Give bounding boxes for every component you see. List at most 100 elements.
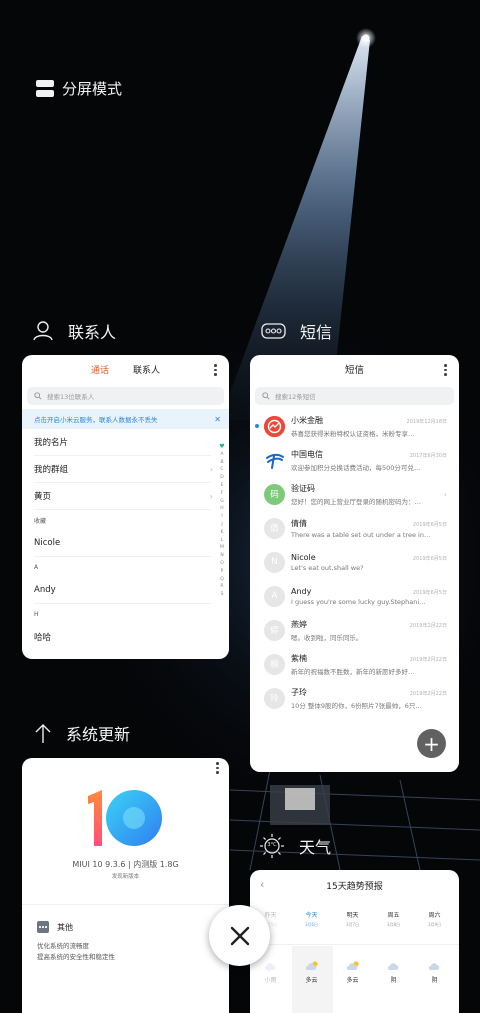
- alphabet-letter[interactable]: J: [221, 521, 222, 529]
- message-thread[interactable]: 小米金融 2019年12月18日 恭喜您获得米粉特权认证资格，米粉专享…: [250, 409, 459, 443]
- message-top: 紫楠 2019年2月22日: [291, 653, 447, 664]
- weather-app-label: 天气: [299, 838, 332, 857]
- more-icon[interactable]: [216, 762, 219, 774]
- alphabet-letter[interactable]: N: [220, 552, 223, 560]
- message-thread[interactable]: 楠紫楠 2019年2月22日 新年的祝福数不胜数，新年的新愿好多好…: [250, 647, 459, 681]
- alphabet-letter[interactable]: S: [221, 591, 224, 599]
- alphabet-letter[interactable]: I: [221, 513, 222, 521]
- weather-app-card[interactable]: ‹ 15天趋势预报 昨天 3月5日 今天 3月6日 明天 3月7日 周五 3月8日 周六 3月9日…: [250, 870, 459, 1013]
- forecast-condition: 阴: [373, 960, 414, 984]
- alphabet-letter[interactable]: L: [221, 537, 224, 545]
- contacts-app-label: 联系人: [68, 323, 117, 342]
- list-item[interactable]: 我的群组 ›: [22, 456, 229, 482]
- alphabet-letter[interactable]: R: [220, 583, 223, 591]
- tab-contacts[interactable]: 联系人: [133, 363, 160, 376]
- alphabet-letter[interactable]: B: [220, 459, 223, 467]
- contacts-app-card[interactable]: 通话 联系人 搜索13位联系人 点击开启小米云服务，联系人数据永不丢失 ✕ 我的…: [22, 355, 229, 659]
- message-time: 2017年6月30日: [409, 452, 447, 459]
- messages-search-input[interactable]: 搜索12条短信: [255, 387, 454, 405]
- alphabet-letter[interactable]: P: [221, 568, 224, 576]
- alphabet-letter[interactable]: E: [221, 482, 224, 490]
- forecast-day[interactable]: 周六 3月9日: [414, 910, 455, 928]
- avatar: 码: [264, 483, 285, 505]
- more-icon[interactable]: [214, 364, 217, 376]
- message-sender: 紫楠: [291, 653, 307, 663]
- close-icon[interactable]: ✕: [214, 415, 221, 424]
- list-item-label: 我的名片: [34, 438, 69, 448]
- search-icon: [34, 392, 42, 400]
- alphabet-letter[interactable]: G: [220, 498, 224, 506]
- alphabet-letter[interactable]: D: [220, 474, 223, 482]
- divider: [22, 904, 229, 905]
- alphabet-letter[interactable]: H: [220, 505, 223, 513]
- message-thread[interactable]: 中国电信 2017年6月30日 欢迎参加积分兑换话费活动，每500分可兑…: [250, 443, 459, 477]
- list-item[interactable]: 我的名片: [22, 429, 229, 455]
- china-telecom-icon: [266, 453, 284, 469]
- cloud-icon: [428, 963, 439, 970]
- alphabet-index[interactable]: ♥ ABCDEFGHIJKLMNOPQRS: [219, 443, 225, 599]
- message-body: 小米金融 2019年12月18日 恭喜您获得米粉特权认证资格，米粉专享…: [291, 415, 459, 438]
- weather-title-bar: ‹ 15天趋势预报: [250, 870, 459, 900]
- message-sender: 倩倩: [291, 518, 307, 528]
- list-item-label: 黄页: [34, 492, 52, 502]
- update-desc-line: 提高系统的安全性和稳定性: [37, 953, 115, 961]
- chevron-right-icon: ›: [209, 491, 213, 501]
- close-all-button[interactable]: [209, 905, 270, 966]
- message-thread[interactable]: 婷燕婷 2019年2月22日 嗯。收到啦，同乐同乐。: [250, 613, 459, 647]
- list-item[interactable]: Andy: [22, 577, 229, 603]
- message-thread[interactable]: 玲子玲 2019年2月22日 10分 整体9股的你，6份照片7张最帅，6只…: [250, 681, 459, 715]
- alphabet-letter[interactable]: M: [220, 544, 224, 552]
- list-item-label: Nicole: [34, 538, 61, 548]
- update-app-card[interactable]: MIUI 10 9.3.6 | 内测版 1.8G 发现新版本 其他 优化系统的流…: [22, 758, 229, 1013]
- contacts-search-input[interactable]: 搜索13位联系人: [27, 387, 224, 405]
- message-preview: I guess you're some lucky guy.Stephani…: [291, 597, 426, 606]
- forecast-conditions: 小雨 多云 多云 阴 阴: [250, 960, 455, 984]
- forecast-condition: 小雨: [250, 960, 291, 984]
- list-item[interactable]: Nicole: [22, 530, 229, 556]
- message-body: Andy 2019年6月5日 I guess you're some lucky g…: [291, 587, 459, 606]
- forecast-day-name: 周六: [428, 912, 441, 919]
- message-sender: 验证码: [291, 483, 315, 493]
- avatar: [264, 449, 285, 471]
- alphabet-letter[interactable]: F: [221, 490, 224, 498]
- message-time: 2019年6月5日: [412, 589, 447, 596]
- list-item-label: 我的群组: [34, 465, 69, 475]
- forecast-day[interactable]: 今天 3月6日: [291, 910, 332, 928]
- avatar: 玲: [264, 687, 285, 709]
- alphabet-letter[interactable]: O: [220, 560, 224, 568]
- message-thread[interactable]: 码验证码 您好！您的网上营业厅登录的随机密码为：… ›: [250, 477, 459, 511]
- message-time: 2019年2月22日: [409, 690, 447, 697]
- message-top: 小米金融 2019年12月18日: [291, 415, 447, 426]
- forecast-date: 3月8日: [386, 922, 401, 927]
- message-time: 2019年12月18日: [406, 418, 447, 425]
- forecast-condition-label: 阴: [431, 977, 438, 984]
- arrow-up-icon: [35, 724, 51, 743]
- alphabet-letter[interactable]: Q: [220, 576, 224, 584]
- messages-title-bar: 短信: [250, 355, 459, 383]
- message-thread[interactable]: 倩倩倩 2019年6月5日 There was a table set out un…: [250, 511, 459, 545]
- tab-calls[interactable]: 通话: [91, 363, 109, 376]
- message-preview: 嗯。收到啦，同乐同乐。: [291, 633, 363, 642]
- forecast-day[interactable]: 明天 3月7日: [332, 910, 373, 928]
- new-message-button[interactable]: +: [417, 729, 446, 758]
- alphabet-letter[interactable]: C: [220, 466, 223, 474]
- cloud-service-banner[interactable]: 点击开启小米云服务，联系人数据永不丢失 ✕: [22, 409, 229, 429]
- avatar: N: [264, 551, 285, 573]
- message-time: 2019年2月22日: [409, 622, 447, 629]
- messages-list: 小米金融 2019年12月18日 恭喜您获得米粉特权认证资格，米粉专享… 中国电信 20…: [250, 409, 459, 715]
- messages-app-card[interactable]: 短信 搜索12条短信 小米金融 2019年12月18日 恭喜您获得米粉特权认证资格，…: [250, 355, 459, 772]
- alphabet-letter[interactable]: A: [220, 451, 223, 459]
- list-item-label: 收藏: [34, 517, 47, 525]
- list-item[interactable]: 哈哈: [22, 624, 229, 650]
- forecast-condition-label: 小雨: [264, 977, 277, 984]
- alphabet-letter[interactable]: K: [221, 529, 224, 537]
- more-icon[interactable]: [444, 364, 447, 376]
- message-thread[interactable]: A Andy 2019年6月5日 I guess you're some lucky …: [250, 579, 459, 613]
- split-screen-button[interactable]: 分屏模式: [36, 78, 122, 99]
- list-item-label: A: [34, 563, 39, 571]
- forecast-day[interactable]: 周五 3月8日: [373, 910, 414, 928]
- message-thread[interactable]: N Nicole 2019年6月5日 Let's eat out,shall we?: [250, 545, 459, 579]
- list-item[interactable]: 黄页 ›: [22, 483, 229, 509]
- back-chevron-icon[interactable]: ‹: [260, 878, 264, 891]
- forecast-date: 3月7日: [345, 922, 360, 927]
